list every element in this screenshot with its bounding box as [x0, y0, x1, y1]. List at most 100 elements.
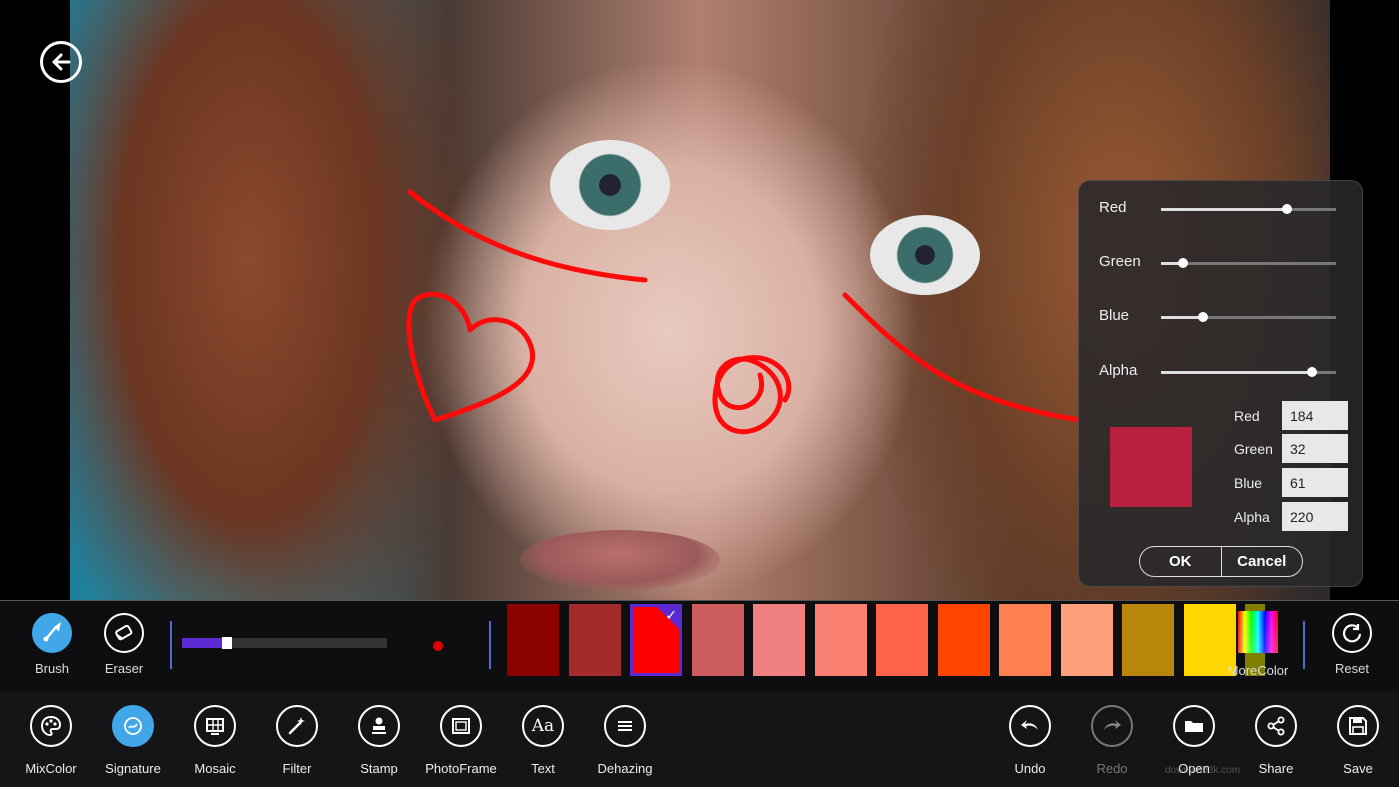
palette-icon — [30, 705, 72, 747]
share-icon — [1255, 705, 1297, 747]
blue-value-field[interactable]: 61 — [1282, 468, 1348, 497]
alpha-value-field[interactable]: 220 — [1282, 502, 1348, 531]
color-spectrum-icon — [1238, 611, 1278, 653]
green-value-field[interactable]: 32 — [1282, 434, 1348, 463]
blue-slider[interactable] — [1161, 312, 1336, 322]
photoframe-button[interactable]: PhotoFrame — [418, 705, 504, 776]
blue-value-row: Blue 61 — [1234, 468, 1349, 498]
redo-label: Redo — [1096, 761, 1128, 776]
redo-icon — [1091, 705, 1133, 747]
alpha-slider[interactable] — [1161, 367, 1336, 377]
alpha-slider-row: Alpha — [1099, 360, 1344, 384]
reset-button[interactable]: Reset — [1312, 613, 1392, 676]
red-slider-label: Red — [1099, 199, 1127, 216]
more-color-button[interactable]: MoreColor — [1218, 611, 1298, 678]
color-swatch[interactable]: ✓ — [630, 604, 682, 676]
color-swatch[interactable] — [999, 604, 1051, 676]
stroke-heart — [406, 291, 536, 423]
signature-button[interactable]: Signature — [90, 705, 176, 776]
mixcolor-button[interactable]: MixColor — [8, 705, 94, 776]
signature-icon — [112, 705, 154, 747]
blue-value-label: Blue — [1234, 475, 1263, 491]
mixcolor-label: MixColor — [25, 761, 77, 776]
mosaic-label: Mosaic — [194, 761, 236, 776]
ok-button[interactable]: OK — [1140, 547, 1222, 576]
cancel-button[interactable]: Cancel — [1222, 547, 1303, 576]
color-swatch[interactable] — [1060, 604, 1113, 676]
red-value-label: Red — [1234, 408, 1260, 424]
color-swatch[interactable] — [814, 604, 867, 676]
blue-slider-label: Blue — [1099, 307, 1130, 324]
green-slider-thumb[interactable] — [1177, 258, 1188, 268]
red-slider-thumb[interactable] — [1282, 204, 1293, 214]
green-slider[interactable] — [1161, 258, 1336, 268]
magic-wand-icon — [276, 705, 318, 747]
text-icon: Aa — [522, 705, 564, 747]
back-button[interactable] — [40, 41, 82, 83]
more-color-label: MoreColor — [1227, 663, 1289, 678]
stamp-label: Stamp — [360, 761, 398, 776]
share-label: Share — [1258, 761, 1294, 776]
check-icon: ✓ — [657, 607, 679, 629]
green-value-row: Green 32 — [1234, 434, 1349, 464]
mixer-button-group: OK Cancel — [1139, 546, 1303, 577]
folder-icon — [1173, 705, 1215, 747]
red-value-row: Red 184 — [1234, 401, 1349, 431]
reset-label: Reset — [1335, 661, 1369, 676]
eraser-tool[interactable]: Eraser — [84, 613, 164, 676]
color-swatch[interactable] — [876, 604, 928, 676]
green-slider-row: Green — [1099, 251, 1344, 275]
green-value-label: Green — [1234, 441, 1273, 457]
color-swatch[interactable] — [753, 604, 805, 676]
reset-icon — [1332, 613, 1372, 653]
save-label: Save — [1343, 761, 1373, 776]
brush-size-dot — [433, 641, 443, 651]
mosaic-button[interactable]: Mosaic — [172, 705, 258, 776]
brush-label: Brush — [35, 661, 69, 676]
color-swatch[interactable] — [568, 604, 621, 676]
alpha-value-label: Alpha — [1234, 509, 1270, 525]
color-swatch[interactable] — [1122, 604, 1174, 676]
alpha-value-row: Alpha 220 — [1234, 502, 1349, 532]
undo-label: Undo — [1014, 761, 1046, 776]
text-label: Text — [531, 761, 555, 776]
color-swatch[interactable] — [691, 604, 744, 676]
color-preview-swatch — [1110, 427, 1192, 507]
color-mixer-panel: Red Green Blue Alpha Red 184 Green 32 Bl… — [1078, 180, 1363, 587]
save-icon — [1337, 705, 1379, 747]
dehazing-label: Dehazing — [597, 761, 653, 776]
color-swatch[interactable] — [937, 604, 990, 676]
share-button[interactable]: Share — [1233, 705, 1319, 776]
save-button[interactable]: Save — [1315, 705, 1399, 776]
blue-slider-row: Blue — [1099, 305, 1344, 329]
divider-left — [170, 621, 172, 669]
red-slider[interactable] — [1161, 204, 1336, 214]
stamp-icon — [358, 705, 400, 747]
alpha-slider-label: Alpha — [1099, 362, 1138, 379]
brush-tool[interactable]: Brush — [12, 613, 92, 676]
divider-right — [1303, 621, 1305, 669]
mosaic-icon — [194, 705, 236, 747]
stamp-button[interactable]: Stamp — [336, 705, 422, 776]
red-value-field[interactable]: 184 — [1282, 401, 1348, 430]
red-slider-row: Red — [1099, 197, 1344, 221]
dehazing-button[interactable]: Dehazing — [582, 705, 668, 776]
eraser-label: Eraser — [104, 661, 144, 676]
stroke-nose-spiral — [712, 355, 792, 435]
brush-size-slider[interactable] — [182, 637, 387, 649]
eraser-icon — [104, 613, 144, 653]
watermark-text: download3k.com — [1165, 765, 1241, 776]
filter-button[interactable]: Filter — [254, 705, 340, 776]
blue-slider-thumb[interactable] — [1197, 312, 1208, 322]
signature-label: Signature — [105, 761, 161, 776]
dehaze-icon — [604, 705, 646, 747]
brush-size-thumb[interactable] — [222, 637, 233, 649]
filter-label: Filter — [282, 761, 312, 776]
redo-button[interactable]: Redo — [1069, 705, 1155, 776]
color-swatch[interactable] — [507, 604, 559, 676]
frame-icon — [440, 705, 482, 747]
undo-button[interactable]: Undo — [987, 705, 1073, 776]
alpha-slider-thumb[interactable] — [1306, 367, 1317, 377]
text-button[interactable]: Aa Text — [500, 705, 586, 776]
back-arrow-icon — [52, 53, 71, 71]
